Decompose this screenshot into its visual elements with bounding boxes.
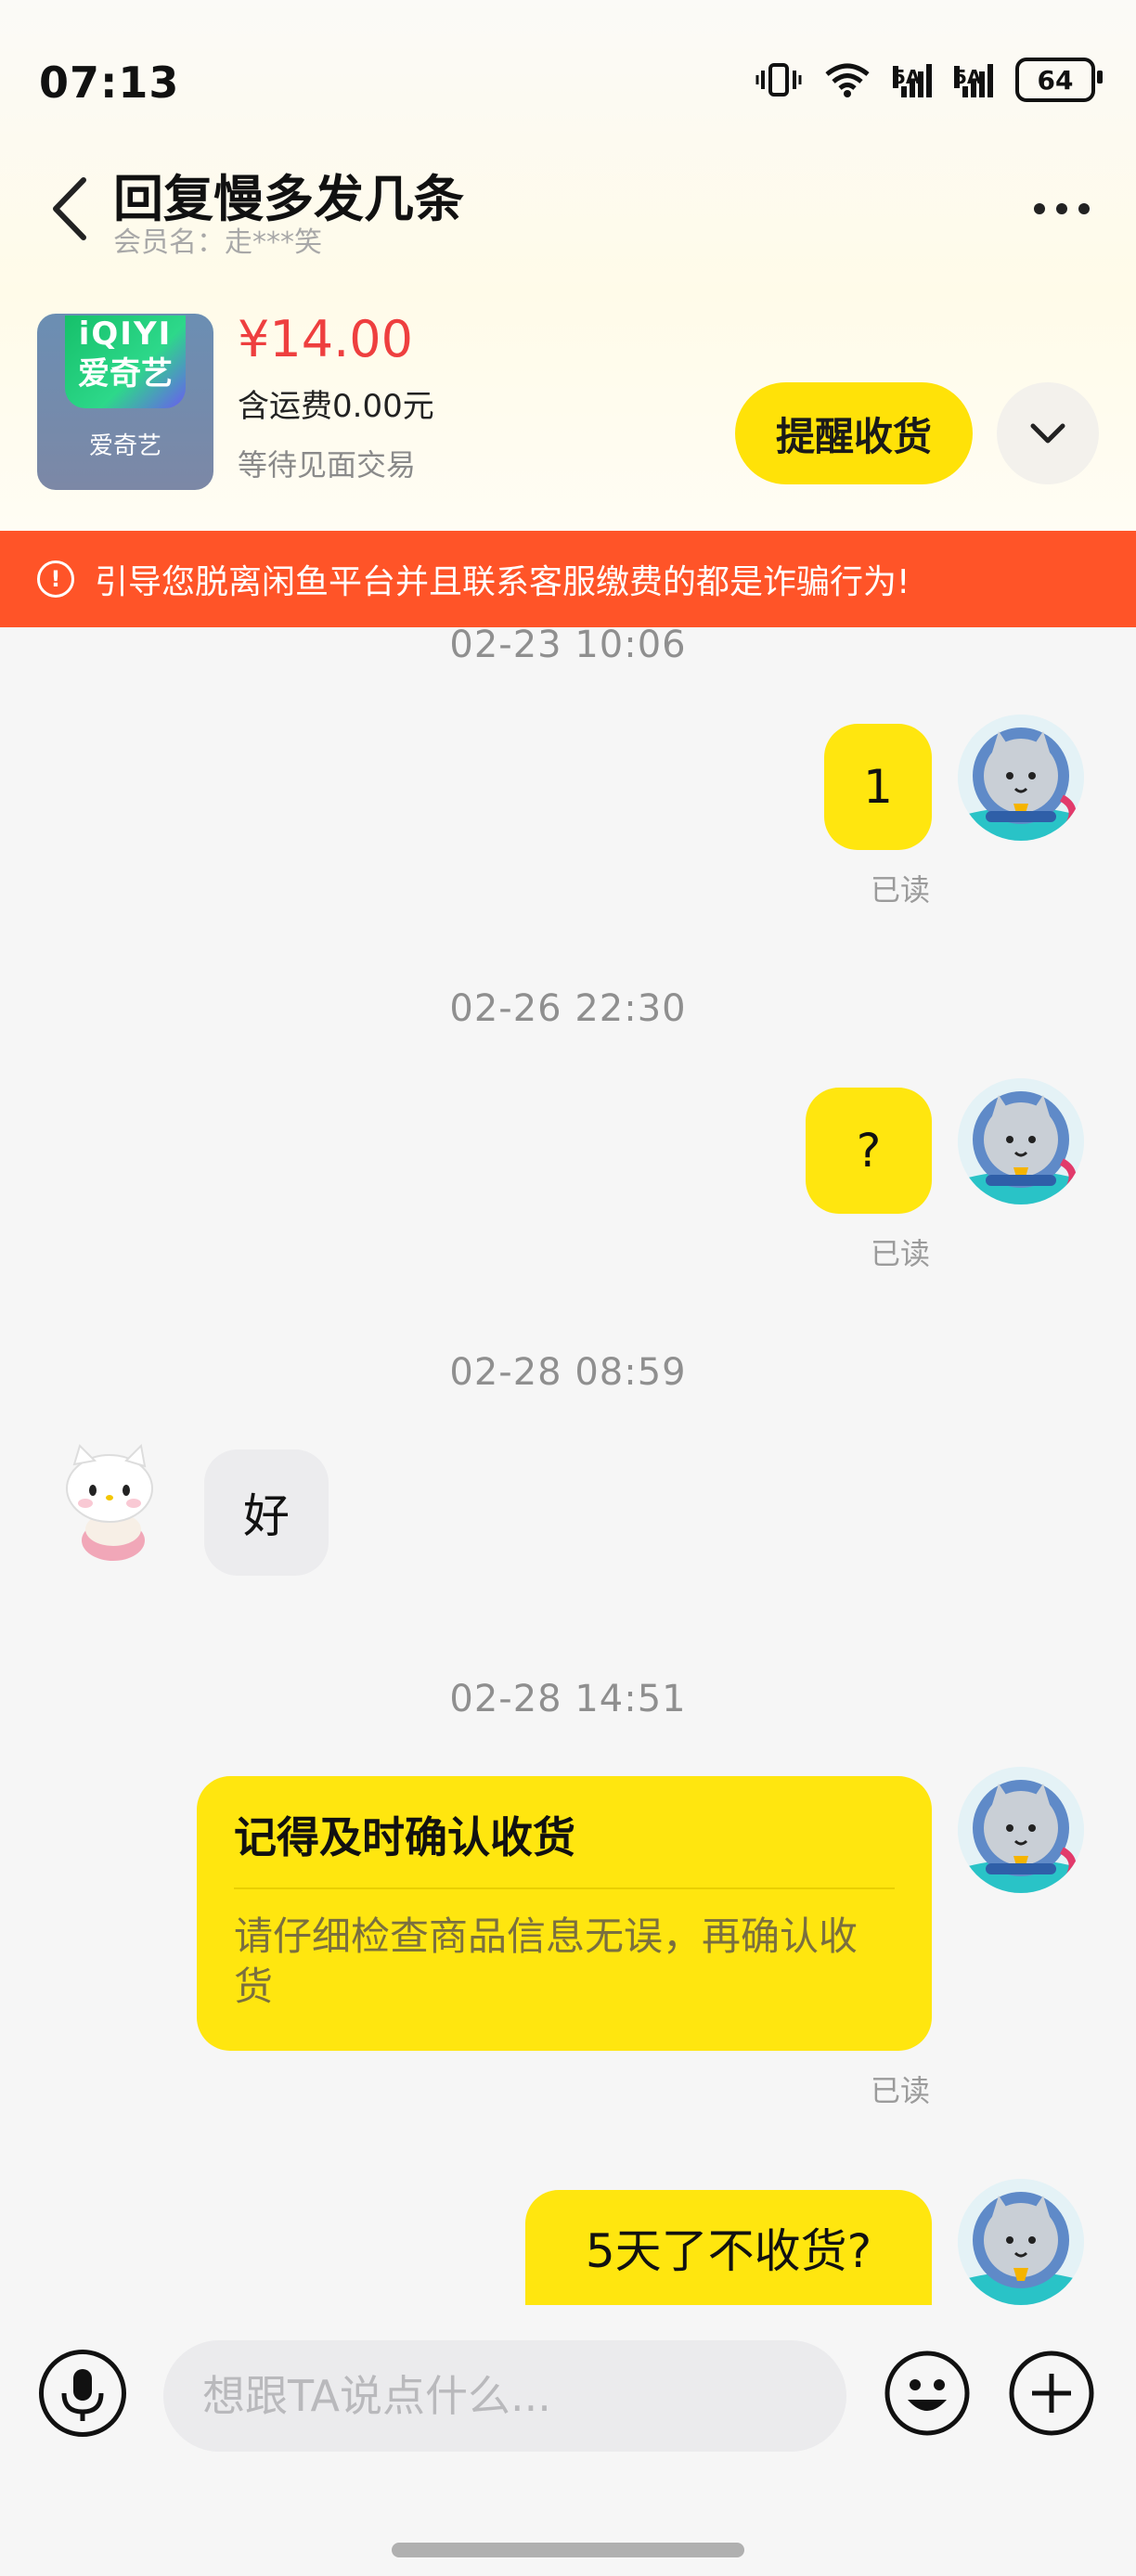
emoji-icon xyxy=(884,2351,970,2436)
signal-label-2: 5A xyxy=(954,66,982,88)
timestamp: 02-28 14:51 xyxy=(449,1678,687,1720)
my-avatar[interactable] xyxy=(958,715,1084,841)
back-arrow-icon xyxy=(53,177,86,240)
voice-button[interactable] xyxy=(39,2350,126,2437)
chevron-down-icon xyxy=(1030,423,1065,444)
product-thumbnail[interactable]: iQIYI 爱奇艺 爱奇艺 xyxy=(37,314,213,490)
more-actions-button[interactable] xyxy=(1008,2350,1095,2437)
more-options-button[interactable] xyxy=(1025,195,1099,223)
message-bubble[interactable]: 1 xyxy=(824,724,932,850)
emoji-button[interactable] xyxy=(884,2350,971,2437)
message-input[interactable] xyxy=(163,2340,846,2452)
home-indicator[interactable] xyxy=(392,2543,744,2557)
confirm-receipt-card[interactable]: 记得及时确认收货 请仔细检查商品信息无误，再确认收货 xyxy=(197,1776,932,2051)
product-thumb-label: 爱奇艺 xyxy=(88,432,161,460)
my-avatar[interactable] xyxy=(958,2179,1084,2305)
expand-button[interactable] xyxy=(997,382,1099,484)
card-title: 记得及时确认收货 xyxy=(234,1812,575,1862)
member-name: 会员名：走***笑 xyxy=(113,226,322,259)
more-dots-icon xyxy=(1034,203,1045,214)
card-divider xyxy=(234,1887,895,1889)
status-icons: 5A 5A 64 xyxy=(755,58,1103,102)
shipping-fee: 含运费0.00元 xyxy=(238,388,434,425)
cat-avatar-icon xyxy=(958,2179,1084,2305)
timestamp: 02-23 10:06 xyxy=(449,624,687,666)
read-receipt: 已读 xyxy=(871,872,931,908)
my-avatar[interactable] xyxy=(958,1767,1084,1893)
wifi-icon xyxy=(825,63,870,97)
cat-avatar-icon xyxy=(958,715,1084,841)
iqiyi-logo: iQIYI 爱奇艺 xyxy=(65,316,186,408)
trade-status: 等待见面交易 xyxy=(238,447,417,483)
vibrate-icon xyxy=(755,63,802,97)
cat-avatar-icon xyxy=(958,1078,1084,1204)
message-bubble-incoming[interactable]: 好 xyxy=(204,1449,329,1576)
warning-text: 引导您脱离闲鱼平台并且联系客服缴费的都是诈骗行为! xyxy=(95,563,910,601)
fraud-warning-banner: ! 引导您脱离闲鱼平台并且联系客服缴费的都是诈骗行为! xyxy=(0,531,1136,627)
message-bubble[interactable]: ? xyxy=(806,1088,932,1214)
battery-indicator: 64 xyxy=(1015,58,1103,102)
timestamp: 02-28 08:59 xyxy=(449,1351,687,1394)
status-time: 07:13 xyxy=(39,58,180,108)
plus-icon xyxy=(1009,2351,1094,2436)
read-receipt: 已读 xyxy=(871,2073,931,2108)
timestamp: 02-26 22:30 xyxy=(449,987,687,1030)
hello-kitty-avatar-icon xyxy=(66,1443,153,1561)
signal-strength-2: 5A xyxy=(954,62,993,97)
read-receipt: 已读 xyxy=(871,1236,931,1271)
other-avatar[interactable] xyxy=(48,1436,178,1566)
message-bubble[interactable]: 5天了不收货? xyxy=(525,2190,932,2305)
signal-strength-1: 5A xyxy=(893,62,932,97)
cat-avatar-icon xyxy=(958,1767,1084,1893)
microphone-icon xyxy=(61,2369,104,2421)
signal-label-1: 5A xyxy=(893,66,921,88)
my-avatar[interactable] xyxy=(958,1078,1084,1204)
back-button[interactable] xyxy=(50,176,91,241)
product-price: ¥14.00 xyxy=(238,310,413,368)
remind-receipt-button[interactable]: 提醒收货 xyxy=(735,382,973,484)
card-body: 请仔细检查商品信息无误，再确认收货 xyxy=(234,1913,858,2009)
warning-icon: ! xyxy=(37,560,74,598)
